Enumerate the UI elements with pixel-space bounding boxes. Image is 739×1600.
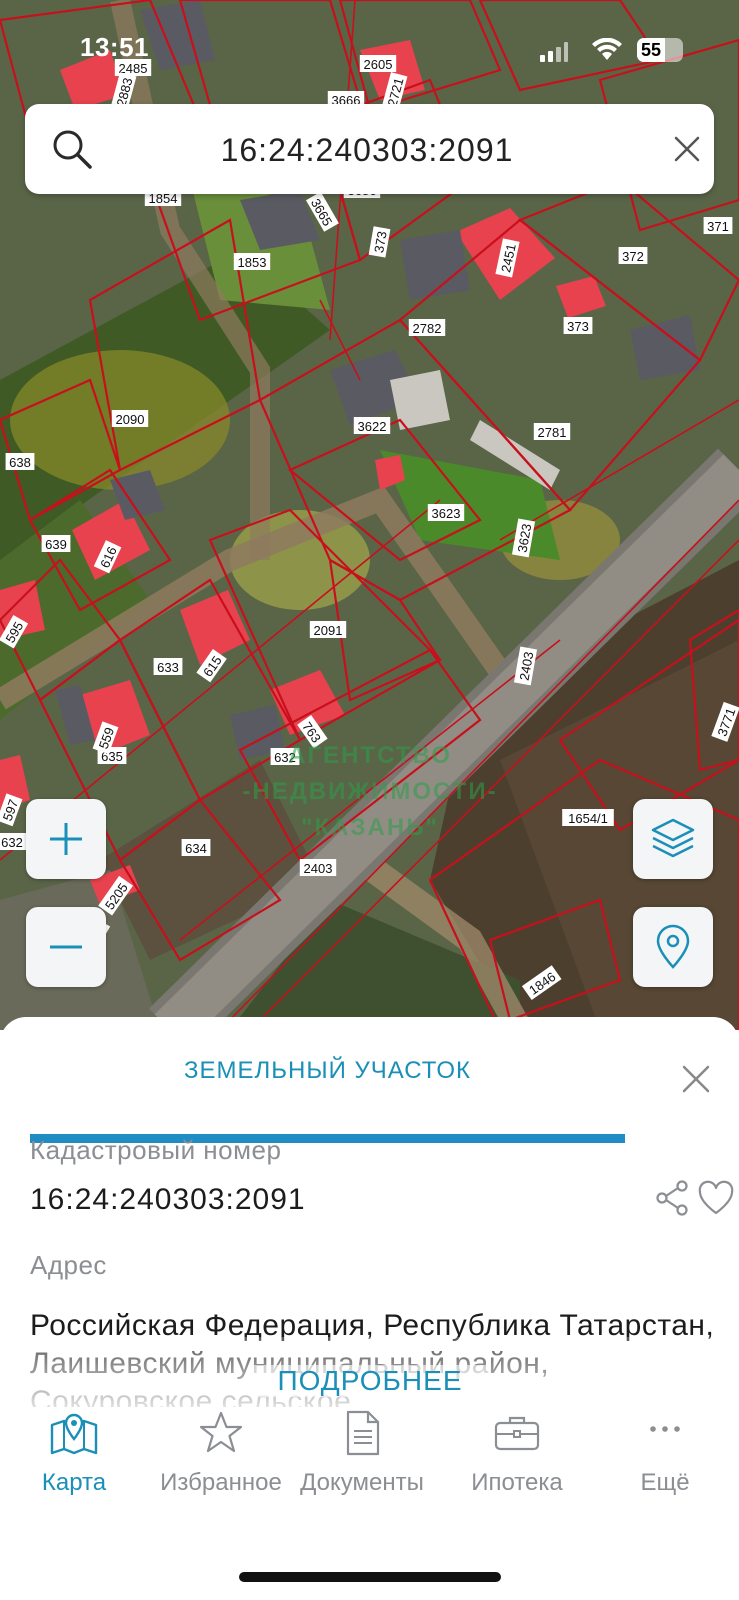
svg-text:2782: 2782 [413, 321, 442, 336]
parcel-number-label[interactable]: 373 [563, 317, 593, 334]
bottom-tab-bar: Карта Избранное Документы Ипотека Ещё [0, 1405, 739, 1515]
svg-text:372: 372 [622, 249, 644, 264]
tab-favorites[interactable]: Избранное [147, 1405, 295, 1497]
cellular-signal-icon [540, 42, 568, 62]
parcel-number-label[interactable]: 5205 [98, 875, 133, 916]
svg-text:2091: 2091 [314, 623, 343, 638]
parcel-number-label[interactable]: 638 [5, 453, 35, 470]
tab-label: Избранное [160, 1469, 282, 1496]
svg-text:3622: 3622 [358, 419, 387, 434]
search-icon[interactable] [51, 128, 93, 170]
svg-text:1654/1: 1654/1 [568, 811, 608, 826]
tab-more[interactable]: Ещё [591, 1405, 739, 1497]
watermark-line: -НЕДВИЖИМОСТИ- [242, 778, 498, 805]
svg-text:2781: 2781 [538, 425, 567, 440]
search-input[interactable] [125, 124, 609, 176]
watermark-line: "КАЗАНЬ" [301, 814, 439, 841]
parcel-number-label[interactable]: 595 [0, 615, 29, 649]
parcel-number-label[interactable]: 1654/1 [562, 809, 614, 826]
status-time: 13:51 [80, 32, 149, 62]
tab-documents[interactable]: Документы [288, 1405, 436, 1497]
cadastral-number-label: Кадастровый номер [30, 1135, 282, 1165]
my-location-button[interactable] [633, 907, 713, 987]
parcel-number-label[interactable]: 2091 [309, 621, 347, 638]
address-label: Адрес [30, 1250, 107, 1280]
svg-text:2090: 2090 [116, 412, 145, 427]
parcel-number-label[interactable]: 373 [368, 226, 391, 258]
parcel-number-label[interactable]: 3665 [305, 191, 339, 232]
parcel-number-label[interactable]: 3622 [353, 417, 391, 434]
tab-label: Ипотека [471, 1469, 563, 1496]
parcel-number-label[interactable]: 633 [153, 658, 183, 675]
document-icon [346, 1410, 380, 1456]
map-icon [50, 1413, 98, 1455]
parcel-number-label[interactable]: 2090 [111, 410, 149, 427]
layers-button[interactable] [633, 799, 713, 879]
tab-map[interactable]: Карта [0, 1405, 148, 1497]
svg-text:639: 639 [45, 537, 67, 552]
parcel-number-label[interactable]: 615 [196, 649, 227, 683]
zoom-out-button[interactable] [26, 907, 106, 987]
close-sheet-icon[interactable] [680, 1063, 712, 1095]
parcel-number-label[interactable]: 2782 [408, 319, 446, 336]
clear-search-icon[interactable] [670, 132, 704, 166]
favorite-heart-icon[interactable] [697, 1180, 735, 1216]
parcel-number-label[interactable]: 371 [703, 217, 733, 234]
svg-text:2403: 2403 [304, 861, 333, 876]
parcel-number-label[interactable]: 616 [93, 540, 122, 574]
wifi-icon [592, 38, 622, 60]
status-bar: 13:51 55 [0, 0, 739, 90]
parcel-number-label[interactable]: 2403 [513, 646, 538, 686]
more-details-button[interactable]: ПОДРОБНЕЕ [250, 1365, 490, 1397]
watermark-line: АГЕНТСТВО [288, 742, 452, 769]
tab-mortgage[interactable]: Ипотека [443, 1405, 591, 1497]
cadastral-number-value: 16:24:240303:2091 [30, 1183, 306, 1216]
parcel-number-label[interactable]: 3623 [511, 518, 536, 558]
svg-text:632: 632 [1, 835, 23, 850]
parcel-number-label[interactable]: 3771 [711, 701, 739, 742]
svg-text:638: 638 [9, 455, 31, 470]
parcel-number-label[interactable]: 1853 [233, 253, 271, 270]
battery-icon: 55 [637, 38, 683, 62]
svg-text:633: 633 [157, 660, 179, 675]
parcel-number-label[interactable]: 639 [41, 535, 71, 552]
parcel-number-label[interactable]: 2403 [299, 859, 337, 876]
search-bar [25, 104, 714, 194]
more-dots-icon [650, 1426, 680, 1432]
share-icon[interactable] [654, 1180, 690, 1216]
svg-text:371: 371 [707, 219, 729, 234]
home-indicator [239, 1572, 501, 1582]
parcel-number-label[interactable]: 597 [0, 793, 23, 827]
minus-icon [50, 945, 82, 949]
parcel-number-label[interactable]: 2781 [533, 423, 571, 440]
agency-watermark: АГЕНТСТВО -НЕДВИЖИМОСТИ- "КАЗАНЬ" [190, 738, 550, 846]
briefcase-icon [494, 1416, 540, 1451]
parcel-number-label[interactable]: 372 [618, 247, 648, 264]
svg-text:3771: 3771 [714, 706, 738, 738]
location-pin-icon [656, 924, 690, 969]
svg-text:373: 373 [371, 230, 390, 254]
parcel-number-label[interactable]: 2451 [495, 238, 520, 278]
zoom-in-button[interactable] [26, 799, 106, 879]
svg-text:1853: 1853 [238, 255, 267, 270]
sheet-title: ЗЕМЕЛЬНЫЙ УЧАСТОК [184, 1057, 471, 1084]
star-icon [199, 1411, 243, 1453]
svg-text:373: 373 [567, 319, 589, 334]
battery-level: 55 [637, 38, 665, 62]
plus-icon [50, 823, 82, 855]
parcel-number-label[interactable]: 1846 [521, 965, 562, 1000]
parcel-number-label[interactable]: 3623 [427, 504, 465, 521]
tab-label: Карта [41, 1469, 107, 1496]
parcel-number-label[interactable]: 632 [0, 833, 27, 850]
layers-icon [651, 818, 695, 858]
tab-label: Документы [300, 1469, 424, 1496]
svg-text:3623: 3623 [432, 506, 461, 521]
tab-label: Ещё [640, 1469, 690, 1496]
